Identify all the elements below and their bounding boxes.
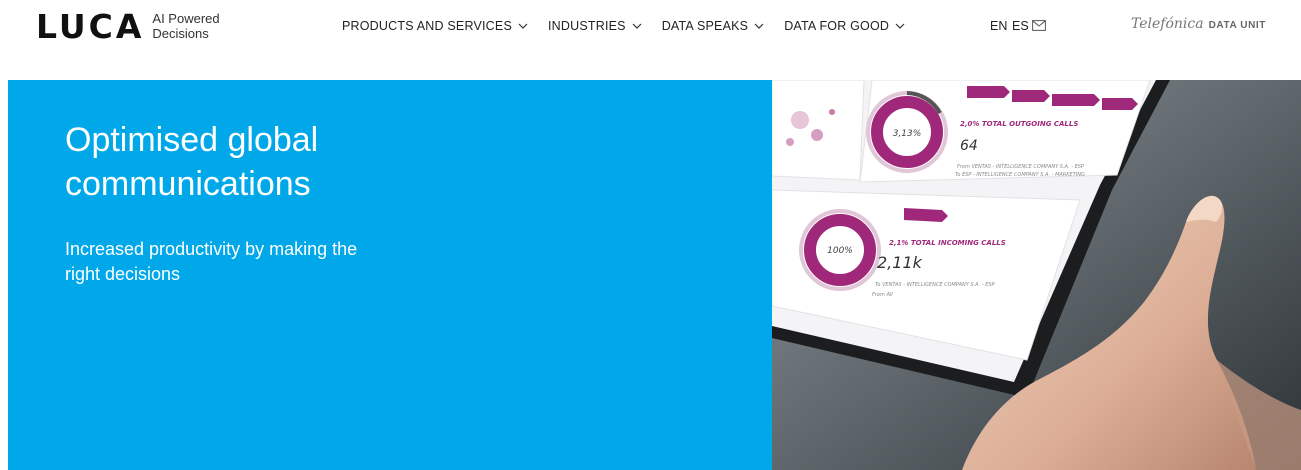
tagline-line2: Decisions <box>152 26 209 41</box>
hero-title: Optimised global communications <box>65 118 465 206</box>
site-header: LUCA AI Powered Decisions PRODUCTS AND S… <box>0 0 1301 80</box>
tablet-photo: 3,13% 2,0% TOTAL OUTGOING CALLS 64 From … <box>772 80 1301 470</box>
nav-label: PRODUCTS AND SERVICES <box>342 19 512 33</box>
brand-unit: DATA UNIT <box>1208 20 1267 31</box>
tag-chip <box>904 208 948 222</box>
hero-panel: Optimised global communications Increase… <box>8 80 772 470</box>
brand-script: Telefónica <box>1131 16 1204 32</box>
card1-detail-line1: From VENTAS - INTELLIGENCE COMPANY S.A. … <box>957 164 1084 170</box>
card2-value: 2,11k <box>877 253 923 272</box>
card1-value: 64 <box>960 138 978 154</box>
tag-chip <box>1012 90 1050 102</box>
card2-detail-line1: To VENTAS - INTELLIGENCE COMPANY S.A. - … <box>875 282 995 288</box>
nav-industries[interactable]: INDUSTRIES <box>548 19 642 33</box>
tag-chip <box>1102 98 1138 110</box>
language-en-link[interactable]: EN <box>990 19 1007 33</box>
chevron-down-icon <box>895 23 905 29</box>
card2-label: 2,1% TOTAL INCOMING CALLS <box>889 239 1006 247</box>
donut-percent: 100% <box>827 246 853 256</box>
hero-title-line1: Optimised global <box>65 121 319 159</box>
nav-label: INDUSTRIES <box>547 19 626 33</box>
hero-subtitle-line2: right decisions <box>65 264 181 284</box>
nav-label: DATA FOR GOOD <box>784 19 890 33</box>
chevron-down-icon <box>632 23 642 29</box>
bubble <box>829 109 835 115</box>
tag-chip <box>967 86 1010 98</box>
luca-logo[interactable]: LUCA AI Powered Decisions <box>36 8 220 46</box>
nav-products-and-services[interactable]: PRODUCTS AND SERVICES <box>342 19 528 33</box>
main-nav: PRODUCTS AND SERVICES INDUSTRIES DATA SP… <box>342 19 925 33</box>
nav-data-speaks[interactable]: DATA SPEAKS <box>662 19 765 33</box>
logo-tagline: AI Powered Decisions <box>152 11 219 41</box>
chevron-down-icon <box>518 23 528 29</box>
donut-percent: 3,13% <box>893 129 922 139</box>
language-es-link[interactable]: ES <box>1012 19 1029 33</box>
card2-detail-line2: From All <box>872 292 893 298</box>
card1-detail-line2: To ESP - INTELLIGENCE COMPANY S.A. - MAR… <box>955 172 1085 178</box>
nav-data-for-good[interactable]: DATA FOR GOOD <box>784 19 905 33</box>
hero-subtitle: Increased productivity by making the rig… <box>65 237 465 287</box>
bubble <box>811 129 823 141</box>
envelope-icon[interactable] <box>1032 20 1046 31</box>
card1-label: 2,0% TOTAL OUTGOING CALLS <box>960 120 1078 128</box>
hero-image-tablet: 3,13% 2,0% TOTAL OUTGOING CALLS 64 From … <box>772 80 1301 470</box>
tag-chip <box>1052 94 1100 106</box>
logo-wordmark: LUCA <box>36 7 145 46</box>
chevron-down-icon <box>754 23 764 29</box>
bubble <box>791 111 809 129</box>
hero-subtitle-line1: Increased productivity by making the <box>65 239 358 259</box>
tagline-line1: AI Powered <box>152 11 220 26</box>
nav-label: DATA SPEAKS <box>661 19 749 33</box>
telefonica-data-unit-logo[interactable]: Telefónica DATA UNIT <box>1131 16 1266 32</box>
hero-title-line2: communications <box>65 165 311 203</box>
bubble <box>786 138 794 146</box>
